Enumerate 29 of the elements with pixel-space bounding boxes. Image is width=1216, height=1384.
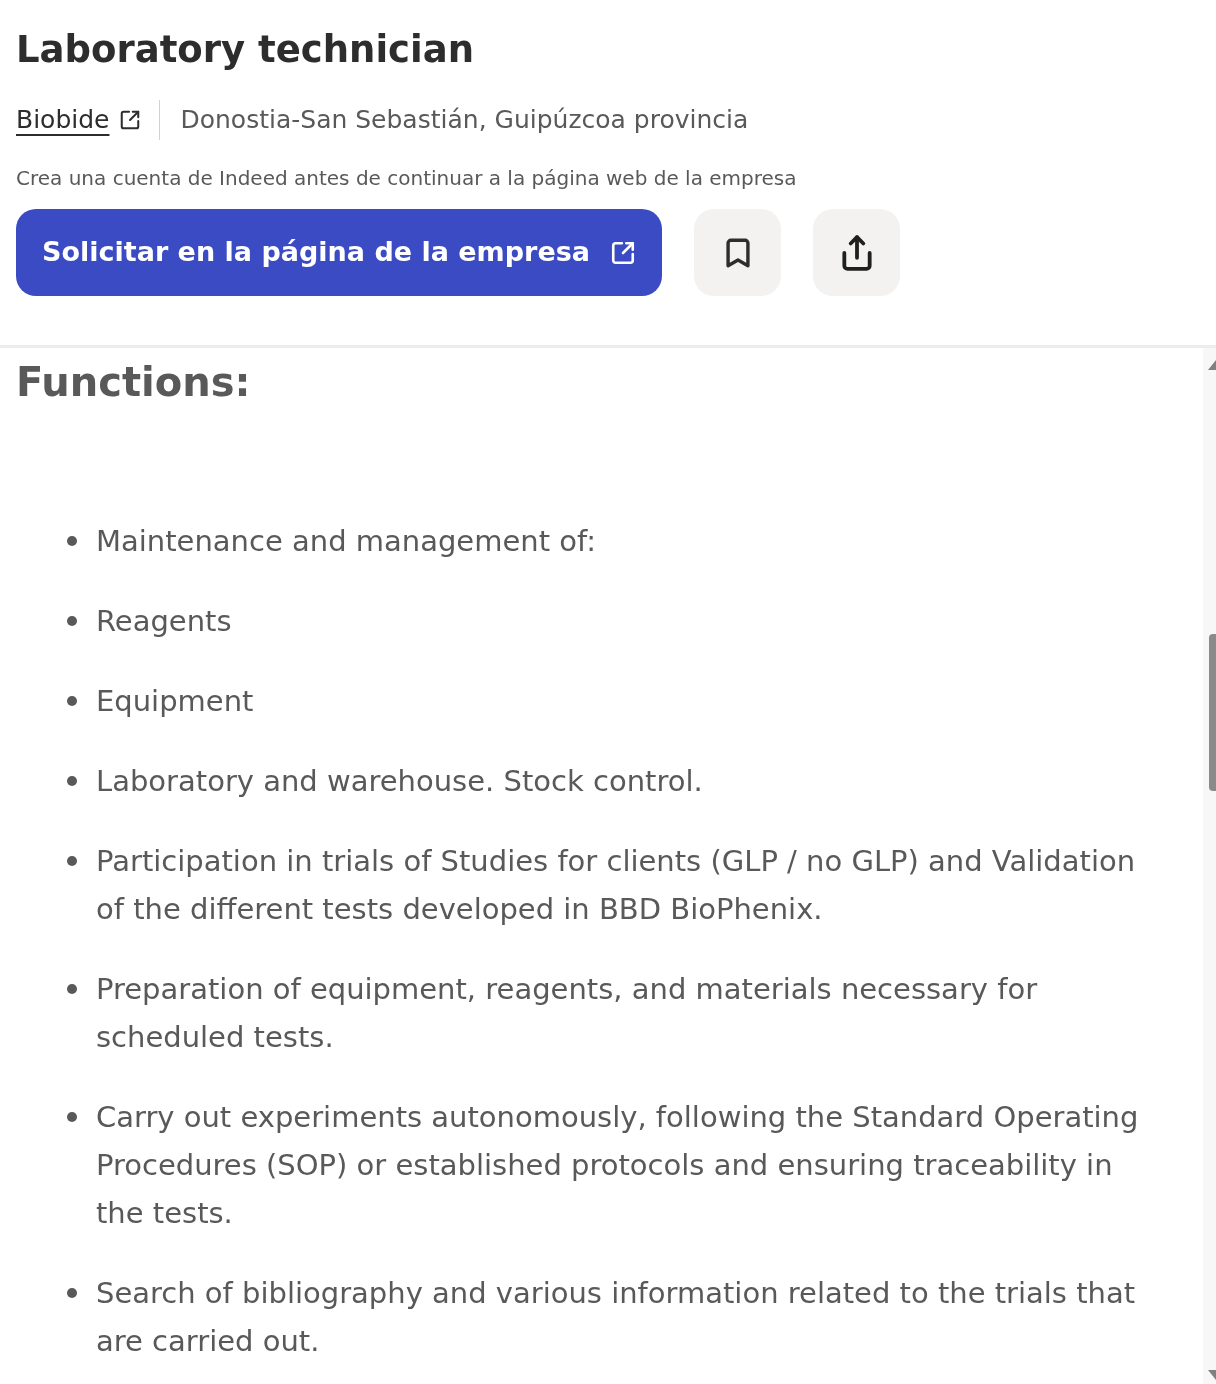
company-link[interactable]: Biobide bbox=[16, 100, 110, 140]
bullet-icon bbox=[67, 616, 77, 626]
job-title: Laboratory technician bbox=[16, 27, 475, 73]
apply-button[interactable]: Solicitar en la página de la empresa bbox=[16, 209, 662, 296]
list-item-text: Participation in trials of Studies for clients (GLP / no GLP) and Validation of the different tests developed in BBD BioPhenix. bbox=[96, 843, 1137, 928]
list-item-text: Search of bibliography and various information related to the trials that are carried out. bbox=[96, 1275, 1137, 1360]
scroll-down-arrow-icon[interactable] bbox=[1208, 1370, 1216, 1380]
external-link-icon bbox=[610, 239, 636, 266]
bullet-icon bbox=[67, 984, 77, 994]
external-link-icon bbox=[119, 109, 142, 131]
bullet-icon bbox=[67, 696, 77, 706]
list-item-text: Equipment bbox=[96, 683, 255, 720]
list-item-text: Reagents bbox=[96, 603, 233, 640]
account-notice: Crea una cuenta de Indeed antes de continuar a la página web de la empresa bbox=[16, 165, 797, 192]
job-location: Donostia-San Sebastián, Guipúzcoa provincia bbox=[180, 104, 749, 136]
list-item-text: Maintenance and management of: bbox=[96, 523, 597, 560]
bullet-icon bbox=[67, 536, 77, 546]
section-heading: Functions: bbox=[16, 358, 251, 407]
list-item-text: Laboratory and warehouse. Stock control. bbox=[96, 763, 704, 800]
scroll-up-arrow-icon[interactable] bbox=[1208, 360, 1216, 370]
bullet-icon bbox=[67, 1288, 77, 1298]
bullet-icon bbox=[67, 856, 77, 866]
scrollbar-thumb[interactable] bbox=[1209, 634, 1216, 791]
save-job-button[interactable] bbox=[694, 209, 781, 296]
list-item-text: Carry out experiments autonomously, following the Standard Operating Procedures (SOP) or established protocols and ensuring traceability in the tests. bbox=[96, 1099, 1140, 1232]
list-item-text: Preparation of equipment, reagents, and materials necessary for scheduled tests. bbox=[96, 971, 1039, 1056]
bullet-icon bbox=[67, 1112, 77, 1122]
share-button[interactable] bbox=[813, 209, 900, 296]
bullet-icon bbox=[67, 776, 77, 786]
